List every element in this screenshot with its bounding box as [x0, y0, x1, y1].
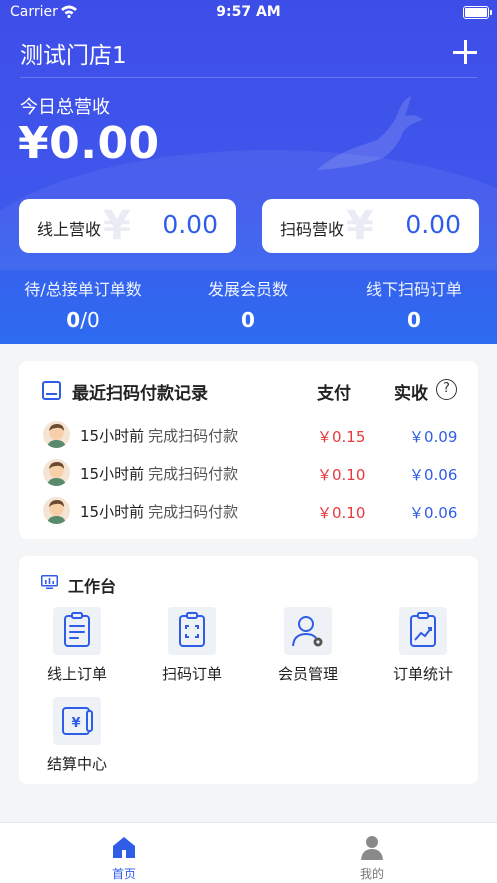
header-divider — [20, 77, 477, 78]
record-pay-amount: ￥0.10 — [317, 466, 366, 484]
yen-watermark-icon: ¥ — [103, 203, 131, 249]
stat-value: 0 — [407, 308, 421, 332]
receive-column-header: 实收 — [394, 384, 428, 404]
record-receive-amount: ￥0.09 — [409, 428, 458, 446]
stat-members[interactable]: 发展会员数 0 — [165, 276, 331, 332]
tool-settlement-center[interactable]: ¥ 结算中心 — [27, 697, 127, 777]
member-manage-icon — [284, 607, 332, 655]
record-action: 完成扫码付款 — [148, 465, 239, 483]
stats-row: 待/总接单订单数 0/0 发展会员数 0 线下扫码订单 0 — [0, 276, 497, 336]
stat-value: 0 — [241, 308, 255, 332]
list-item[interactable]: 15小时前 完成扫码付款 ￥0.10 ￥0.06 — [19, 454, 478, 492]
record-receive-amount: ￥0.06 — [409, 504, 458, 522]
bottom-tab-bar: 首页 我的 — [0, 822, 497, 883]
tool-scan-orders[interactable]: 扫码订单 — [142, 607, 242, 687]
store-name-title[interactable]: 测试门店1 — [20, 36, 127, 70]
record-pay-amount: ￥0.10 — [317, 504, 366, 522]
list-item[interactable]: 15小时前 完成扫码付款 ￥0.15 ￥0.09 — [19, 416, 478, 454]
monitor-chart-icon — [41, 575, 58, 589]
workbench-card: 工作台 线上订单 扫码订单 会员管理 订单统计 ¥ 结算中心 — [19, 556, 478, 784]
help-icon[interactable]: ? — [436, 379, 457, 400]
pay-column-header: 支付 — [317, 384, 351, 404]
record-time: 15小时前 — [80, 427, 145, 445]
avatar — [43, 459, 70, 486]
recent-scan-payments-card: 最近扫码付款记录 支付 实收 ? 15小时前 完成扫码付款 ￥0.15 ￥0.09… — [19, 361, 478, 539]
deer-watermark-icon — [317, 96, 423, 170]
record-pay-amount: ￥0.15 — [317, 428, 366, 446]
user-profile-icon — [361, 836, 383, 860]
tool-online-orders[interactable]: 线上订单 — [27, 607, 127, 687]
record-text: 15小时前 完成扫码付款 — [80, 425, 238, 446]
total-revenue-label: 今日总营收 — [20, 97, 110, 118]
avatar — [43, 497, 70, 524]
scan-revenue-value: 0.00 — [405, 210, 461, 239]
stat-value-total: 0 — [86, 308, 100, 332]
scan-revenue-label: 扫码营收 — [280, 220, 345, 239]
order-stats-icon — [399, 607, 447, 655]
tab-home-label: 首页 — [111, 867, 136, 881]
stat-label: 线下扫码订单 — [365, 280, 462, 299]
tool-order-statistics[interactable]: 订单统计 — [373, 607, 473, 687]
stat-label: 发展会员数 — [207, 280, 288, 299]
clock-label: 9:57 AM — [216, 4, 281, 20]
tool-label: 会员管理 — [277, 665, 338, 683]
record-list-icon — [42, 381, 61, 400]
record-time: 15小时前 — [80, 465, 145, 483]
workbench-title: 工作台 — [68, 577, 117, 596]
tab-mine[interactable]: 我的 — [248, 823, 496, 883]
online-revenue-label: 线上营收 — [37, 220, 102, 239]
avatar — [43, 421, 70, 448]
online-revenue-value: 0.00 — [162, 210, 218, 239]
record-action: 完成扫码付款 — [148, 503, 239, 521]
online-revenue-card[interactable]: ¥ 线上营收 0.00 — [19, 199, 236, 253]
records-title: 最近扫码付款记录 — [72, 384, 208, 404]
record-action: 完成扫码付款 — [148, 427, 239, 445]
tool-member-management[interactable]: 会员管理 — [258, 607, 358, 687]
tool-label: 扫码订单 — [161, 665, 222, 683]
stat-value-pending: 0 — [66, 308, 81, 332]
home-icon — [113, 837, 135, 858]
svg-text:¥: ¥ — [71, 716, 80, 731]
tool-label: 结算中心 — [46, 755, 107, 773]
record-time: 15小时前 — [80, 503, 145, 521]
record-receive-amount: ￥0.06 — [409, 466, 458, 484]
stat-separator: / — [80, 308, 87, 332]
stat-offline-scan-orders[interactable]: 线下扫码订单 0 — [331, 276, 497, 332]
battery-icon — [463, 6, 492, 19]
online-order-icon — [53, 607, 101, 655]
yen-watermark-icon: ¥ — [346, 203, 374, 249]
settlement-icon: ¥ — [53, 697, 101, 745]
tool-label: 线上订单 — [46, 665, 107, 683]
scan-order-icon — [168, 607, 216, 655]
stat-value: 0/0 — [0, 308, 166, 332]
add-plus-icon[interactable] — [453, 40, 477, 64]
tab-mine-label: 我的 — [359, 867, 384, 881]
stat-pending-orders[interactable]: 待/总接单订单数 0/0 — [0, 276, 166, 332]
status-bar: Carrier 9:57 AM — [0, 0, 497, 26]
total-revenue-value: ¥0.00 — [18, 118, 160, 169]
scan-revenue-card[interactable]: ¥ 扫码营收 0.00 — [262, 199, 479, 253]
tool-label: 订单统计 — [392, 665, 453, 683]
stat-label: 待/总接单订单数 — [24, 280, 142, 299]
record-text: 15小时前 完成扫码付款 — [80, 501, 238, 522]
tab-home[interactable]: 首页 — [0, 823, 248, 883]
record-text: 15小时前 完成扫码付款 — [80, 463, 238, 484]
list-item[interactable]: 15小时前 完成扫码付款 ￥0.10 ￥0.06 — [19, 492, 478, 530]
